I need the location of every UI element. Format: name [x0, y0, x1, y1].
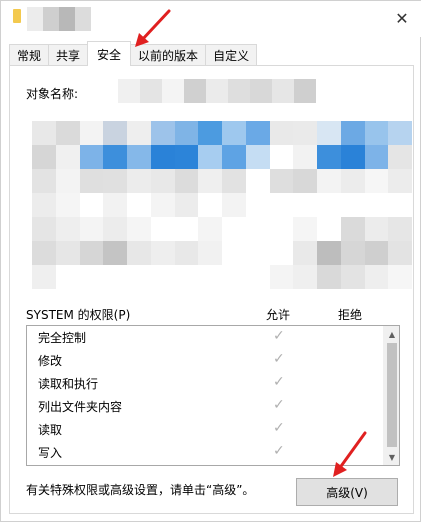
permission-name: 读取和执行: [38, 377, 99, 391]
deny-column-header: 拒绝: [338, 308, 363, 322]
title-bar: ✕: [1, 1, 421, 37]
permission-name: 完全控制: [38, 331, 87, 345]
advanced-hint-text: 有关特殊权限或高级设置，请单击“高级”。: [26, 483, 255, 497]
tab-sharing[interactable]: 共享: [48, 44, 89, 66]
permissions-scrollbar[interactable]: ▲ ▼: [383, 326, 399, 465]
allow-check-icon: ✓: [273, 443, 285, 459]
tab-security[interactable]: 安全: [87, 41, 132, 66]
permission-name: 修改: [38, 354, 63, 368]
permission-row: 列出文件夹内容 ✓: [27, 395, 399, 418]
object-name-label: 对象名称:: [26, 87, 79, 101]
close-button[interactable]: ✕: [390, 7, 414, 29]
permission-row: 完全控制 ✓: [27, 326, 399, 349]
allow-check-icon: ✓: [273, 397, 285, 413]
advanced-button[interactable]: 高级(V): [296, 478, 398, 506]
annotation-arrow-icon: [135, 9, 171, 47]
permission-name: 写入: [38, 446, 63, 460]
permission-row: 读取和执行 ✓: [27, 372, 399, 395]
object-name-redacted: [118, 79, 316, 103]
allow-column-header: 允许: [266, 308, 291, 322]
scroll-up-arrow-icon[interactable]: ▲: [384, 326, 399, 342]
close-icon: ✕: [395, 8, 409, 28]
allow-check-icon: ✓: [273, 374, 285, 390]
permissions-header: SYSTEM 的权限(P) 允许 拒绝: [26, 304, 406, 324]
permission-row: 修改 ✓: [27, 349, 399, 372]
properties-dialog: ✕ 常规 共享 安全 以前的版本 自定义 对象名称: SYSTEM 的权限(P)…: [0, 0, 421, 522]
permissions-title: SYSTEM 的权限(P): [26, 308, 131, 322]
permission-name: 列出文件夹内容: [38, 400, 123, 414]
tab-general[interactable]: 常规: [9, 44, 50, 66]
scroll-thumb[interactable]: [387, 343, 397, 447]
permission-name: 读取: [38, 423, 63, 437]
tab-customize[interactable]: 自定义: [205, 44, 258, 66]
allow-check-icon: ✓: [273, 351, 285, 367]
folder-icon: [13, 9, 21, 23]
group-user-list-redacted: [32, 121, 412, 299]
allow-check-icon: ✓: [273, 420, 285, 436]
window-title-redacted: [27, 7, 91, 31]
allow-check-icon: ✓: [273, 328, 285, 344]
annotation-arrow-icon: [333, 431, 367, 477]
scroll-down-arrow-icon[interactable]: ▼: [384, 449, 399, 465]
